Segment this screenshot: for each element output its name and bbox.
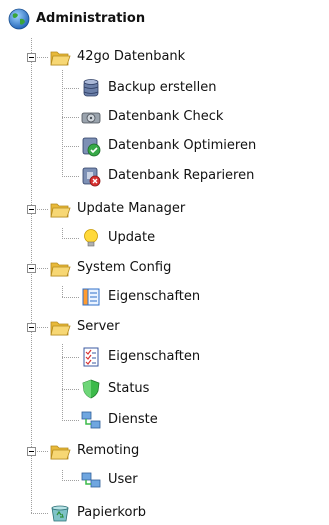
tree-item-eigenschaften-config[interactable]: Eigenschaften [80,286,200,308]
database-icon [83,79,99,97]
folder-open-icon [50,321,71,336]
item-label: Dienste [108,412,158,427]
tree-folder-server[interactable]: Server [49,316,120,338]
collapse-toggle-42go-datenbank[interactable] [27,53,36,62]
tree-root-label: Administration [36,11,146,26]
admin-tree-view: Administration 42go Datenbank Backup ers… [0,0,329,525]
folder-label: 42go Datenbank [77,49,186,64]
users-icon [81,472,101,488]
item-label: Datenbank Optimieren [108,138,257,153]
tree-folder-42go-datenbank[interactable]: 42go Datenbank [49,46,185,68]
tree-item-papierkorb[interactable]: Papierkorb [49,502,146,524]
tree-item-user[interactable]: User [80,469,138,491]
item-label: Eigenschaften [108,289,201,304]
network-icon [81,411,101,429]
repair-icon [82,167,101,187]
tree-folder-system-config[interactable]: System Config [49,257,171,279]
recycle-bin-icon [51,505,69,522]
disk-check-icon [81,112,101,124]
tree-folder-update-manager[interactable]: Update Manager [49,198,185,220]
collapse-toggle-server[interactable] [27,323,36,332]
item-label: Status [108,381,150,396]
checklist-icon [83,347,99,367]
tree-item-datenbank-optimieren[interactable]: Datenbank Optimieren [80,135,256,157]
shield-icon [82,379,100,399]
properties-icon [82,288,100,306]
item-label: Datenbank Check [108,109,224,124]
tree-item-eigenschaften-server[interactable]: Eigenschaften [80,346,200,368]
folder-open-icon [50,51,71,66]
collapse-toggle-remoting[interactable] [27,447,36,456]
collapse-toggle-update-manager[interactable] [27,205,36,214]
item-label: Eigenschaften [108,349,201,364]
lightbulb-icon [84,229,98,247]
globe-icon [8,8,30,30]
item-label: User [108,472,138,487]
tree-item-datenbank-check[interactable]: Datenbank Check [80,106,223,128]
folder-open-icon [50,203,71,218]
tree-folder-remoting[interactable]: Remoting [49,440,139,462]
folder-label: Server [77,319,120,334]
tree-item-backup-erstellen[interactable]: Backup erstellen [80,77,216,99]
tree-item-status[interactable]: Status [80,378,149,400]
folder-label: Remoting [77,443,140,458]
item-label: Update [108,230,156,245]
tree-item-update[interactable]: Update [80,227,155,249]
item-label: Backup erstellen [108,80,217,95]
folder-label: System Config [77,260,172,275]
folder-open-icon [50,445,71,460]
optimize-check-icon [82,137,101,157]
collapse-toggle-system-config[interactable] [27,264,36,273]
folder-open-icon [50,262,71,277]
folder-label: Update Manager [77,201,186,216]
item-label: Papierkorb [77,505,147,520]
tree-item-datenbank-reparieren[interactable]: Datenbank Reparieren [80,165,254,187]
tree-root-administration[interactable]: Administration [8,8,145,30]
item-label: Datenbank Reparieren [108,168,255,183]
tree-item-dienste[interactable]: Dienste [80,409,158,431]
